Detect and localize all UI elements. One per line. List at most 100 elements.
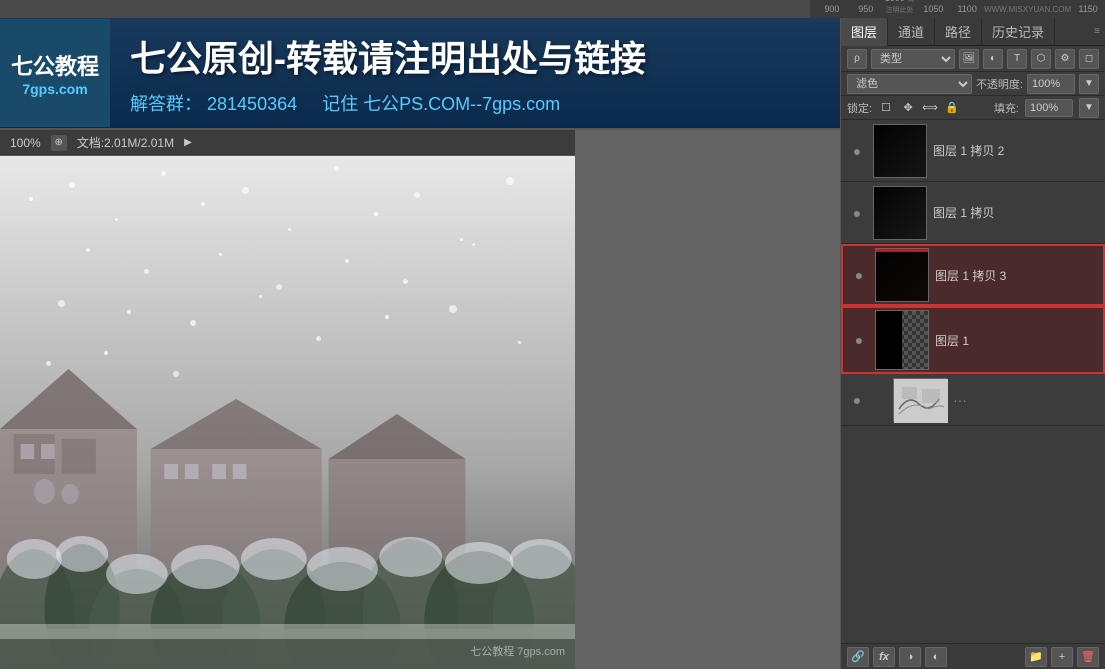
layer-style-btn[interactable]: fx: [873, 647, 895, 667]
adjustment-layer-btn[interactable]: ◐: [925, 647, 947, 667]
new-group-btn[interactable]: 📁: [1025, 647, 1047, 667]
layer-item-copy3[interactable]: ● 图层 1 拷贝 3: [841, 244, 1105, 306]
lock-move-btn[interactable]: ✥: [900, 100, 916, 116]
filter-icon-image[interactable]: 🖼: [959, 49, 979, 69]
layer-visibility-copy[interactable]: ●: [847, 182, 867, 244]
fx-icon: fx: [879, 651, 889, 663]
trees-svg: [0, 469, 575, 669]
layer-name-copy: 图层 1 拷贝: [933, 204, 1099, 221]
filter-toggle[interactable]: ρ: [847, 49, 867, 69]
ruler-mark-950: 950: [849, 4, 883, 14]
layer-mask-btn[interactable]: ◑: [899, 647, 921, 667]
banner-logo-inner: 七公教程 7gps.com: [11, 49, 99, 97]
banner-qq-label: 解答群：: [130, 94, 202, 114]
layer-thumb-1: [875, 310, 929, 370]
tab-paths[interactable]: 路径: [935, 18, 982, 46]
tab-history[interactable]: 历史记录: [982, 18, 1055, 46]
toolbar-area: 100% ⊕ 文档:2.01M/2.01M ▶: [0, 130, 575, 156]
blend-row: 滤色 正常 叠加 正片叠底 不透明度: 100% ▼: [841, 72, 1105, 96]
ruler-mark-1050: 1050: [916, 4, 950, 14]
eye-icon-1: ●: [855, 332, 863, 348]
new-layer-icon: +: [1059, 651, 1065, 663]
fill-value[interactable]: 100%: [1025, 99, 1073, 117]
banner-content: 七公原创-转载请注明出处与链接 解答群： 281450364 记住 七公PS.C…: [110, 20, 840, 126]
layer-visibility-base[interactable]: ●: [847, 369, 867, 431]
eye-icon-base: ●: [853, 392, 861, 408]
adjustment-icon: ◐: [933, 651, 940, 663]
main-image: 七公教程 7gps.com: [0, 156, 575, 669]
filter-icon-text[interactable]: T: [1007, 49, 1027, 69]
banner-logo: 七公教程 7gps.com: [0, 19, 110, 127]
ruler-bar: 900 950 1000 请注明此处转 1050 1100 WWW.MISXYU…: [810, 0, 1105, 18]
layer-options-dots[interactable]: ···: [953, 392, 967, 408]
doc-info-arrow[interactable]: ▶: [184, 137, 192, 148]
lock-pixels-btn[interactable]: ☐: [878, 100, 894, 116]
banner-qq-number: 281450364: [207, 94, 297, 114]
banner-visit-label: 记住 七公PS.COM--7gps.com: [322, 94, 560, 114]
doc-info: 文档:2.01M/2.01M: [77, 134, 174, 151]
fill-label: 填充:: [994, 100, 1019, 116]
layer-name-copy2: 图层 1 拷贝 2: [933, 142, 1099, 159]
layers-list: ● 图层 1 拷贝 2 ● 图层 1 拷贝 ● 图层 1 拷: [841, 120, 1105, 643]
eye-icon-copy2: ●: [853, 143, 861, 159]
trash-icon: 🗑: [1081, 650, 1095, 663]
lock-label: 锁定:: [847, 100, 872, 116]
ruler-mark-1100: 1100: [950, 4, 984, 14]
new-layer-btn[interactable]: +: [1051, 647, 1073, 667]
layer-visibility-1[interactable]: ●: [849, 309, 869, 371]
lock-all-btn[interactable]: 🔒: [944, 100, 960, 116]
canvas-area: 七公教程 7gps.com 七公原创-转载请注明出处与链接 解答群： 28145…: [0, 18, 840, 669]
mask-icon: ◑: [907, 651, 914, 663]
delete-layer-btn[interactable]: 🗑: [1077, 647, 1099, 667]
sketch-svg: [894, 379, 948, 423]
banner-title: 七公原创-转载请注明出处与链接: [130, 30, 820, 82]
tab-layers[interactable]: 图层: [841, 18, 888, 46]
layer-thumb-copy3: [875, 248, 929, 302]
filter-type-select[interactable]: 类型 名称: [871, 49, 955, 69]
ruler-mark-900: 900: [815, 4, 849, 14]
eye-icon-copy3: ●: [855, 267, 863, 283]
ruler-mark-1150: 1150: [1071, 4, 1105, 14]
link-layers-btn[interactable]: 🔗: [847, 647, 869, 667]
layer-thumb-copy: [873, 186, 927, 240]
bottom-toolbar: 🔗 fx ◑ ◐ 📁 + 🗑: [841, 643, 1105, 669]
banner-subtitle: 解答群： 281450364 记住 七公PS.COM--7gps.com: [130, 90, 820, 116]
lock-row: 锁定: ☐ ✥ ⟺ 🔒 填充: 100% ▼: [841, 96, 1105, 120]
filter-icon-extra[interactable]: ◻: [1079, 49, 1099, 69]
banner-logo-url: 7gps.com: [11, 81, 99, 97]
snow-scene: 七公教程 7gps.com: [0, 156, 575, 669]
tabs-row: 图层 通道 路径 历史记录 ≡: [841, 18, 1105, 46]
layer-item-copy2[interactable]: ● 图层 1 拷贝 2: [841, 120, 1105, 182]
ruler-top: 900 950 1000 请注明此处转 1050 1100 WWW.MISXYU…: [0, 0, 1105, 18]
panel-menu-icon[interactable]: ≡: [1089, 24, 1105, 40]
right-panel: 图层 通道 路径 历史记录 ≡ ρ 类型 名称 🖼 ◐ T ⬡ ⚙ ◻ 滤色 正…: [840, 18, 1105, 669]
layer-name-1: 图层 1: [935, 332, 1097, 349]
banner: 七公教程 7gps.com 七公原创-转载请注明出处与链接 解答群： 28145…: [0, 18, 840, 130]
layer-visibility-copy2[interactable]: ●: [847, 120, 867, 182]
eye-icon-copy: ●: [853, 205, 861, 221]
folder-icon: 📁: [1029, 650, 1043, 663]
ruler-mark-website: WWW.MISXYUAN.COM: [984, 5, 1071, 14]
zoom-icon[interactable]: ⊕: [51, 135, 67, 151]
filter-icon-smart[interactable]: ⚙: [1055, 49, 1075, 69]
opacity-value[interactable]: 100%: [1027, 74, 1075, 94]
filter-icon-adjust[interactable]: ◐: [983, 49, 1003, 69]
layer-thumb-copy2: [873, 124, 927, 178]
opacity-arrow[interactable]: ▼: [1079, 74, 1099, 94]
lock-transform-btn[interactable]: ⟺: [922, 100, 938, 116]
layer-visibility-copy3[interactable]: ●: [849, 244, 869, 306]
layer-thumb-base: [893, 378, 947, 422]
opacity-label: 不透明度:: [976, 76, 1023, 92]
link-icon: 🔗: [851, 650, 865, 663]
blend-mode-select[interactable]: 滤色 正常 叠加 正片叠底: [847, 74, 972, 94]
filter-icon-shape[interactable]: ⬡: [1031, 49, 1051, 69]
layer-item-base[interactable]: ● ···: [841, 374, 1105, 426]
tab-channels[interactable]: 通道: [888, 18, 935, 46]
banner-logo-title: 七公教程: [11, 49, 99, 81]
layer-item-copy[interactable]: ● 图层 1 拷贝: [841, 182, 1105, 244]
layer-name-copy3: 图层 1 拷贝 3: [935, 267, 1097, 284]
zoom-level: 100%: [10, 136, 41, 150]
layer-item-1[interactable]: ● 图层 1: [841, 306, 1105, 374]
fill-arrow[interactable]: ▼: [1079, 98, 1099, 118]
filter-row: ρ 类型 名称 🖼 ◐ T ⬡ ⚙ ◻: [841, 46, 1105, 72]
